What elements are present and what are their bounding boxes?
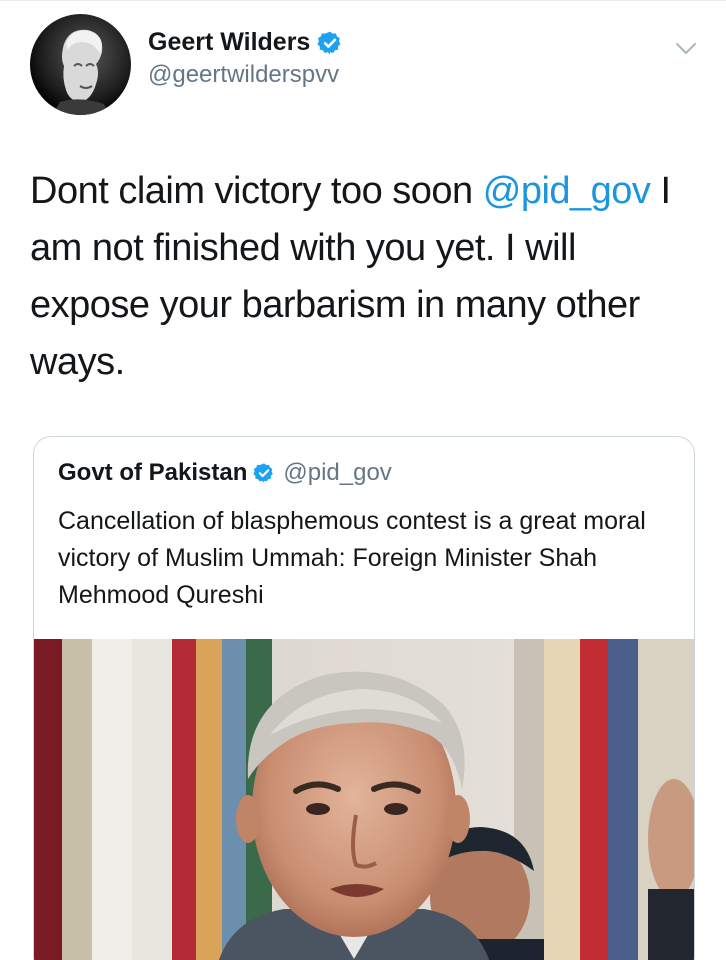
author-handle[interactable]: @geertwilderspvv — [148, 61, 343, 89]
avatar[interactable] — [30, 14, 131, 115]
tweet-header: Geert Wilders @geertwilderspvv — [30, 14, 700, 118]
display-name-row: Geert Wilders — [148, 28, 343, 57]
quoted-tweet-card[interactable]: Govt of Pakistan @pid_gov Cancellation o… — [33, 436, 695, 960]
quoted-author-handle: @pid_gov — [283, 459, 392, 486]
quoted-author-name: Govt of Pakistan — [58, 459, 248, 486]
verified-badge-icon — [317, 31, 341, 54]
top-divider — [0, 0, 726, 1]
chevron-down-icon[interactable] — [672, 34, 700, 62]
author-names: Geert Wilders @geertwilderspvv — [148, 28, 343, 89]
tweet-text: Dont claim victory too soon @pid_gov I a… — [30, 163, 690, 391]
profile-photo-icon — [52, 29, 110, 115]
author-display-name[interactable]: Geert Wilders — [148, 28, 310, 57]
mention-link[interactable]: @pid_gov — [483, 170, 651, 212]
tweet-text-part: Dont claim victory too soon — [30, 170, 483, 212]
quoted-tweet-photo[interactable] — [34, 639, 694, 960]
quoted-tweet-header: Govt of Pakistan @pid_gov — [58, 459, 392, 487]
photo-man-speaking-icon — [34, 639, 694, 960]
quoted-tweet-text: Cancellation of blasphemous contest is a… — [58, 507, 646, 609]
verified-badge-icon — [253, 463, 274, 483]
